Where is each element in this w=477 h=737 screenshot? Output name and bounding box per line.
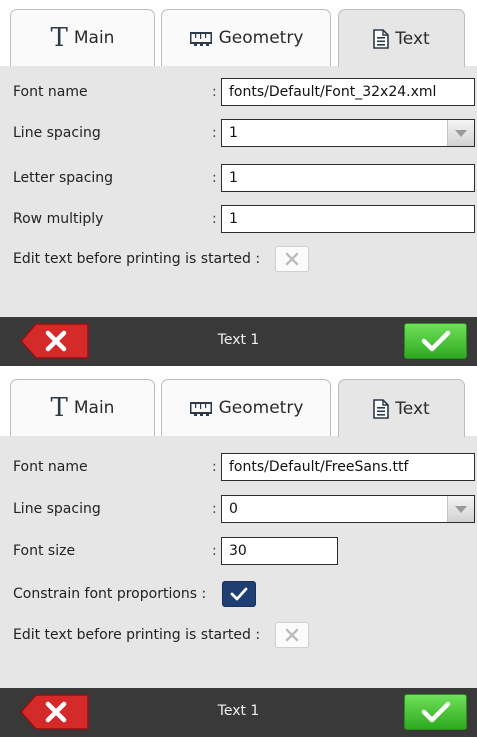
tab-text[interactable]: Text [338, 9, 465, 67]
tab-geometry-label: Geometry [218, 28, 304, 48]
checkmark-icon [421, 701, 450, 723]
letter-spacing-row: Letter spacing : 1 [0, 164, 477, 194]
tab-main-label: Main [73, 398, 115, 418]
dropdown-arrow-icon[interactable] [447, 496, 474, 522]
checkmark-icon [230, 587, 248, 601]
ruler-icon [189, 400, 213, 416]
tab-geometry[interactable]: Geometry [161, 9, 331, 66]
colon: : [212, 501, 217, 517]
tab-text-label: Text [395, 398, 430, 419]
row-multiply-field[interactable]: 1 [221, 205, 475, 233]
font-size-label: Font size [13, 543, 76, 559]
tab-main-label: Main [73, 28, 115, 48]
colon: : [212, 543, 217, 559]
text-settings-panel-2: T Main Geometry Text Font name: fonts/D… [0, 370, 477, 737]
font-name-field[interactable]: fonts/Default/Font_32x24.xml [221, 78, 475, 106]
dropdown-arrow-icon[interactable] [447, 120, 474, 146]
edit-text-checkbox[interactable] [275, 622, 309, 648]
tab-bar: T Main Geometry Text [0, 370, 477, 437]
letter-spacing-label: Letter spacing [13, 170, 114, 186]
tab-geometry[interactable]: Geometry [161, 379, 331, 436]
edit-text-row: Edit text before printing is started : [0, 246, 477, 276]
edit-text-label: Edit text before printing is started : [13, 251, 261, 267]
line-spacing-select[interactable]: 1 [221, 119, 475, 147]
tab-text[interactable]: Text [338, 379, 465, 437]
x-icon [285, 628, 299, 642]
tab-main[interactable]: T Main [10, 379, 155, 436]
colon: : [212, 170, 217, 186]
font-name-row: Font name : fonts/Default/Font_32x24.xml [0, 78, 477, 108]
footer-bar: Text 1 [0, 688, 477, 737]
edit-text-checkbox[interactable] [275, 246, 309, 272]
text-t-icon: T [50, 23, 68, 53]
document-icon [373, 28, 390, 49]
line-spacing-label: Line spacing [13, 501, 101, 517]
font-size-field[interactable]: 30 [221, 537, 338, 565]
constrain-proportions-checkbox[interactable] [222, 581, 256, 607]
ruler-icon [189, 30, 213, 46]
confirm-button[interactable] [404, 694, 467, 730]
colon: : [212, 211, 217, 227]
tab-text-label: Text [395, 28, 430, 49]
text-settings-panel-1: T Main Geometry Text Font name: fonts/D… [0, 0, 477, 366]
edit-text-row: Edit text before printing is started : [0, 622, 477, 652]
tab-main[interactable]: T Main [10, 9, 155, 66]
letter-spacing-field[interactable]: 1 [221, 164, 475, 192]
row-multiply-label: Row multiply [13, 211, 104, 227]
document-icon [373, 398, 390, 419]
line-spacing-label: Line spacing [13, 125, 101, 141]
font-name-label: Font name [13, 84, 88, 100]
line-spacing-value: 0 [229, 501, 238, 517]
edit-text-label: Edit text before printing is started : [13, 627, 261, 643]
x-icon [285, 252, 299, 266]
checkmark-icon [421, 330, 450, 352]
font-name-field[interactable]: fonts/Default/FreeSans.ttf [221, 453, 475, 481]
colon: : [212, 459, 217, 475]
footer-bar: Text 1 [0, 317, 477, 366]
confirm-button[interactable] [404, 323, 467, 359]
tab-bar: T Main Geometry Text [0, 0, 477, 67]
colon: : [212, 125, 217, 141]
line-spacing-value: 1 [229, 125, 238, 141]
line-spacing-select[interactable]: 0 [221, 495, 475, 523]
constrain-proportions-row: Constrain font proportions : [0, 581, 477, 611]
font-name-row: Font name : fonts/Default/FreeSans.ttf [0, 453, 477, 483]
colon: : [212, 84, 217, 100]
font-size-row: Font size : 30 [0, 537, 477, 567]
text-t-icon: T [50, 393, 68, 423]
tab-geometry-label: Geometry [218, 398, 304, 418]
font-name-label: Font name [13, 459, 88, 475]
line-spacing-row: Line spacing : 0 [0, 495, 477, 525]
row-multiply-row: Row multiply : 1 [0, 205, 477, 235]
line-spacing-row: Line spacing : 1 [0, 119, 477, 149]
constrain-proportions-label: Constrain font proportions : [13, 586, 207, 602]
